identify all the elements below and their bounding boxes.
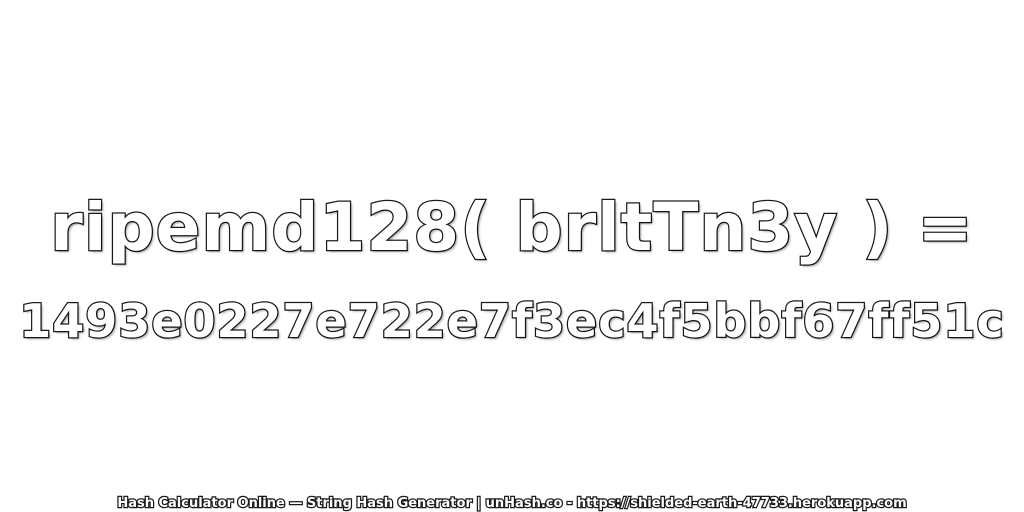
footer-credit: Hash Calculator Online — String Hash Gen… bbox=[116, 495, 908, 512]
hash-expression: ripemd128( brltTn3y ) = bbox=[49, 188, 974, 268]
hash-result: 1493e0227e722e7f3ec4f5bbf67ff51c bbox=[18, 293, 1005, 350]
